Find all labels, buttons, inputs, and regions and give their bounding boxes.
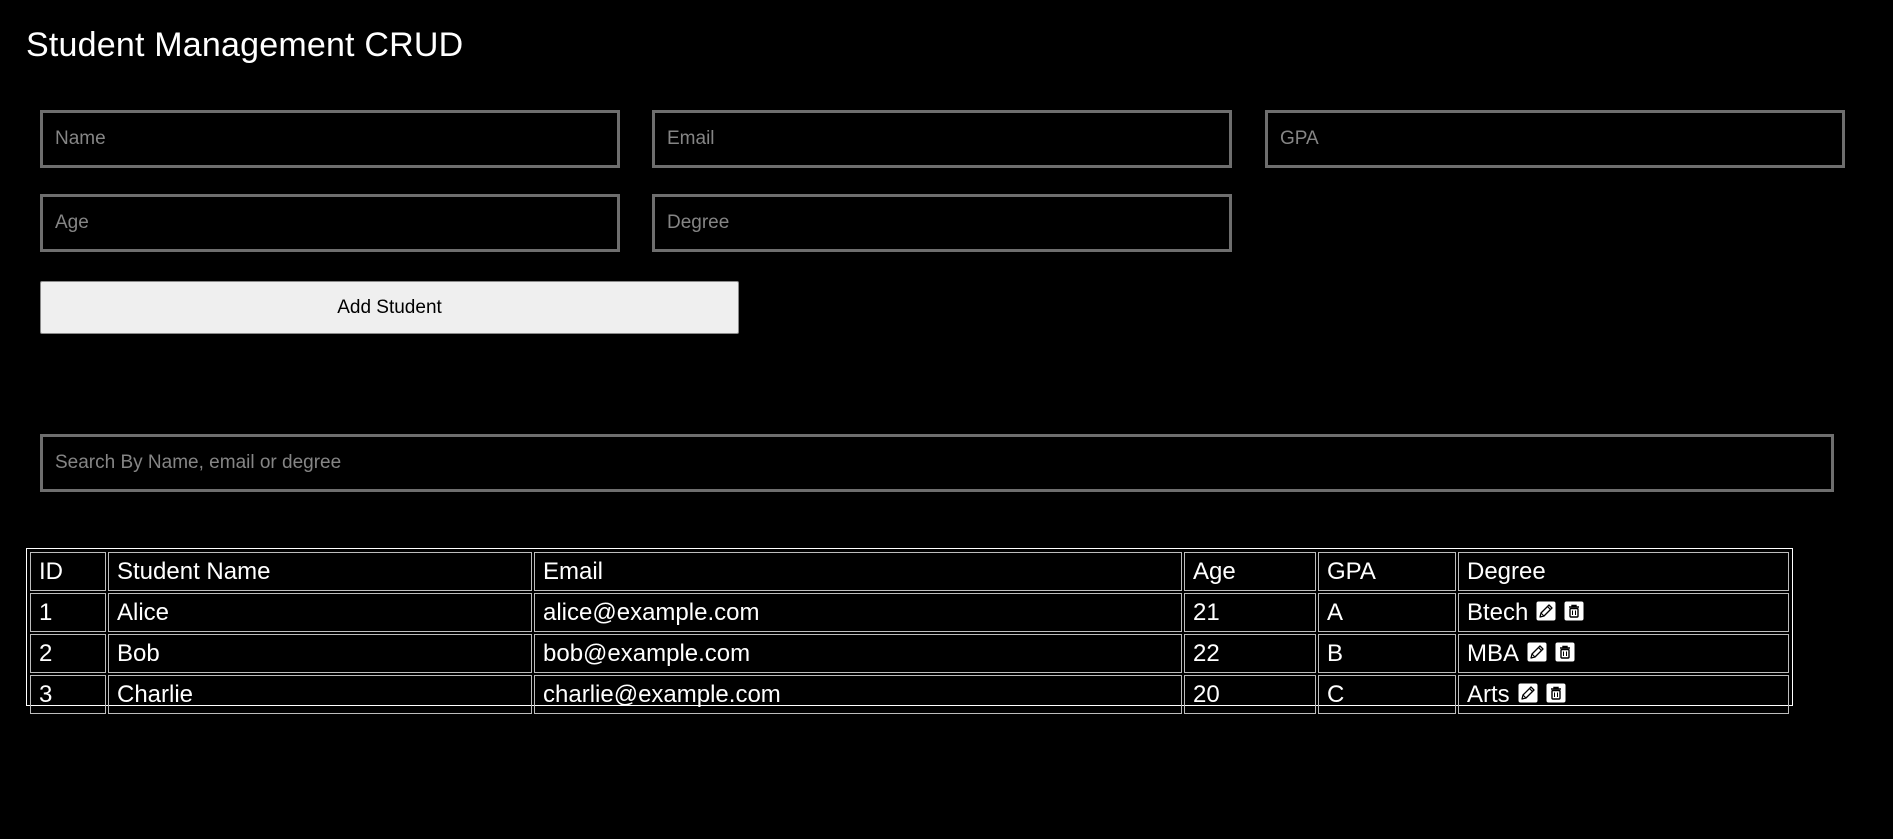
cell-email: bob@example.com <box>534 634 1182 673</box>
table-row: 2 Bob bob@example.com 22 B MBA <box>30 634 1789 673</box>
pencil-icon[interactable] <box>1527 642 1547 662</box>
cell-age: 22 <box>1184 634 1316 673</box>
degree-text: MBA <box>1467 639 1520 667</box>
column-header-id: ID <box>30 552 106 591</box>
column-header-email: Email <box>534 552 1182 591</box>
cell-age: 21 <box>1184 593 1316 632</box>
email-input[interactable] <box>652 110 1232 168</box>
column-header-student-name: Student Name <box>108 552 532 591</box>
cell-gpa: A <box>1318 593 1456 632</box>
cell-age: 20 <box>1184 675 1316 714</box>
degree-text: Arts <box>1467 680 1510 708</box>
age-input[interactable] <box>40 194 620 252</box>
cell-email: charlie@example.com <box>534 675 1182 714</box>
degree-text: Btech <box>1467 598 1529 626</box>
cell-gpa: C <box>1318 675 1456 714</box>
cell-student-name: Charlie <box>108 675 532 714</box>
table-row: 1 Alice alice@example.com 21 A Btech <box>30 593 1789 632</box>
table-header-row: ID Student Name Email Age GPA Degree <box>30 552 1789 591</box>
gpa-input[interactable] <box>1265 110 1845 168</box>
pencil-icon[interactable] <box>1518 683 1538 703</box>
pencil-icon[interactable] <box>1536 601 1556 621</box>
column-header-gpa: GPA <box>1318 552 1456 591</box>
cell-id: 2 <box>30 634 106 673</box>
search-input[interactable] <box>40 434 1834 492</box>
column-header-degree: Degree <box>1458 552 1789 591</box>
cell-gpa: B <box>1318 634 1456 673</box>
degree-input[interactable] <box>652 194 1232 252</box>
cell-id: 1 <box>30 593 106 632</box>
cell-degree: MBA <box>1458 634 1789 673</box>
students-table-container: ID Student Name Email Age GPA Degree 1 A… <box>26 548 1793 714</box>
cell-student-name: Bob <box>108 634 532 673</box>
cell-degree: Btech <box>1458 593 1789 632</box>
add-student-button[interactable]: Add Student <box>40 281 739 334</box>
cell-email: alice@example.com <box>534 593 1182 632</box>
page-title: Student Management CRUD <box>26 26 464 64</box>
cell-id: 3 <box>30 675 106 714</box>
cell-student-name: Alice <box>108 593 532 632</box>
trash-icon[interactable] <box>1555 642 1575 662</box>
table-row: 3 Charlie charlie@example.com 20 C Arts <box>30 675 1789 714</box>
column-header-age: Age <box>1184 552 1316 591</box>
trash-icon[interactable] <box>1546 683 1566 703</box>
name-input[interactable] <box>40 110 620 168</box>
trash-icon[interactable] <box>1564 601 1584 621</box>
students-table: ID Student Name Email Age GPA Degree 1 A… <box>28 550 1791 716</box>
cell-degree: Arts <box>1458 675 1789 714</box>
